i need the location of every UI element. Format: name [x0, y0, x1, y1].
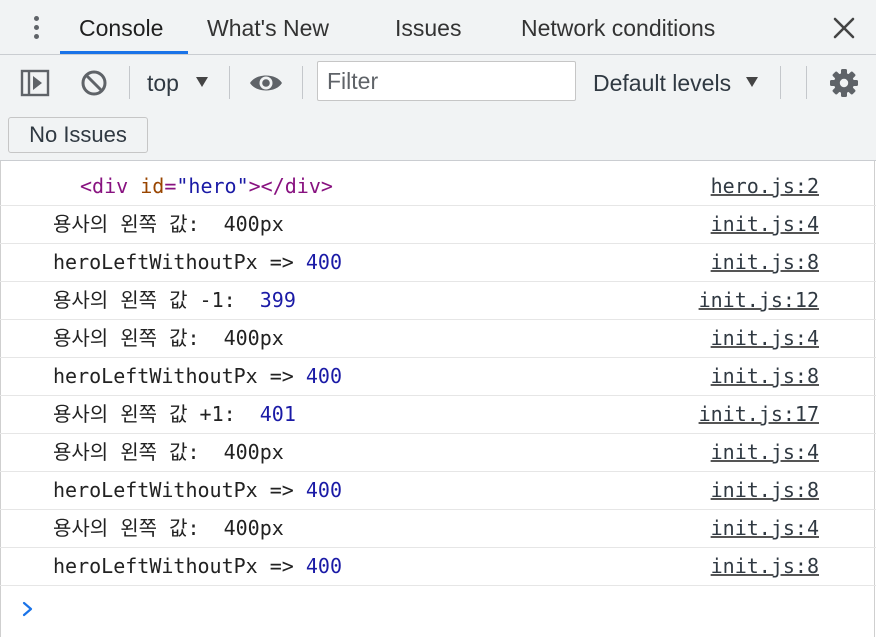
source-link[interactable]: init.js:4	[711, 434, 819, 470]
source-link[interactable]: init.js:4	[711, 320, 819, 356]
message-number: 401	[259, 402, 296, 426]
message-number: 400	[305, 478, 342, 502]
message-text: 용사의 왼쪽 값: 400px	[53, 516, 284, 540]
message-text: 용사의 왼쪽 값: 400px	[53, 326, 284, 350]
message-label: 용사의 왼쪽 값 +1:	[53, 402, 260, 426]
toolbar-separator	[229, 66, 230, 99]
element-node[interactable]: <div id="hero"></div>	[80, 168, 333, 204]
sidebar-toggle-icon[interactable]	[20, 69, 50, 97]
eye-icon[interactable]	[248, 71, 284, 95]
source-link[interactable]: init.js:8	[711, 472, 819, 508]
more-options-icon[interactable]	[26, 13, 46, 43]
active-tab-indicator	[60, 51, 188, 54]
message-text: 용사의 왼쪽 값 -1: 399	[53, 282, 296, 318]
console-message: <div id="hero"></div> hero.js:2	[0, 168, 876, 206]
console-message: 용사의 왼쪽 값: 400px init.js:4	[0, 510, 876, 548]
issues-bar: No Issues	[0, 110, 876, 161]
attribute-value: "hero"	[176, 174, 249, 198]
message-label: heroLeftWithoutPx =>	[53, 554, 306, 578]
message-number: 400	[305, 554, 342, 578]
source-link[interactable]: init.js:8	[711, 358, 819, 394]
source-link[interactable]: init.js:12	[699, 282, 819, 318]
message-text: 용사의 왼쪽 값 +1: 401	[53, 396, 296, 432]
tab-whats-new[interactable]: What's New	[207, 0, 329, 55]
toolbar-separator	[806, 66, 807, 99]
message-text: 용사의 왼쪽 값: 400px	[53, 440, 284, 464]
message-text: heroLeftWithoutPx => 400	[53, 244, 342, 280]
toolbar-separator	[302, 66, 303, 99]
console-toolbar: top Default levels	[0, 55, 876, 110]
console-message: 용사의 왼쪽 값: 400px init.js:4	[0, 434, 876, 472]
attribute-equals: =	[164, 174, 177, 198]
toolbar-separator	[780, 66, 781, 99]
message-text: heroLeftWithoutPx => 400	[53, 472, 342, 508]
console-message: 용사의 왼쪽 값: 400px init.js:4	[0, 206, 876, 244]
clear-console-icon[interactable]	[80, 69, 108, 97]
console-prompt-chevron-icon[interactable]	[20, 596, 40, 622]
attribute-name: id	[140, 174, 165, 198]
message-number: 400	[305, 250, 342, 274]
message-label: heroLeftWithoutPx =>	[53, 364, 306, 388]
source-link[interactable]: hero.js:2	[711, 168, 819, 204]
levels-dropdown-arrow-icon[interactable]	[746, 77, 758, 87]
no-issues-button[interactable]: No Issues	[8, 117, 148, 153]
console-message: 용사의 왼쪽 값 +1: 401 init.js:17	[0, 396, 876, 434]
console-message: heroLeftWithoutPx => 400 init.js:8	[0, 472, 876, 510]
message-number: 399	[259, 288, 296, 312]
message-label: heroLeftWithoutPx =>	[53, 478, 306, 502]
source-link[interactable]: init.js:4	[711, 510, 819, 546]
console-messages: <div id="hero"></div> hero.js:2 용사의 왼쪽 값…	[0, 168, 876, 586]
toolbar-separator	[129, 66, 130, 99]
console-message: 용사의 왼쪽 값 -1: 399 init.js:12	[0, 282, 876, 320]
source-link[interactable]: init.js:8	[711, 244, 819, 280]
message-text: heroLeftWithoutPx => 400	[53, 548, 342, 584]
context-selector[interactable]: top	[147, 68, 179, 98]
message-number: 400	[305, 364, 342, 388]
message-label: heroLeftWithoutPx =>	[53, 250, 306, 274]
message-label: 용사의 왼쪽 값 -1:	[53, 288, 260, 312]
tab-console[interactable]: Console	[79, 0, 163, 55]
source-link[interactable]: init.js:4	[711, 206, 819, 242]
gear-icon[interactable]	[829, 68, 859, 98]
source-link[interactable]: init.js:17	[699, 396, 819, 432]
devtools-tab-bar: Console What's New Issues Network condit…	[0, 0, 876, 55]
console-message: heroLeftWithoutPx => 400 init.js:8	[0, 358, 876, 396]
close-icon[interactable]	[830, 14, 858, 42]
source-link[interactable]: init.js:8	[711, 548, 819, 584]
console-message: heroLeftWithoutPx => 400 init.js:8	[0, 548, 876, 586]
console-message: heroLeftWithoutPx => 400 init.js:8	[0, 244, 876, 282]
tab-issues[interactable]: Issues	[395, 0, 461, 55]
message-text: heroLeftWithoutPx => 400	[53, 358, 342, 394]
console-message: 용사의 왼쪽 값: 400px init.js:4	[0, 320, 876, 358]
message-text: 용사의 왼쪽 값: 400px	[53, 212, 284, 236]
tag-close: ></div>	[248, 174, 333, 198]
log-levels-selector[interactable]: Default levels	[593, 68, 731, 98]
context-dropdown-arrow-icon[interactable]	[196, 77, 208, 87]
filter-input[interactable]	[317, 61, 576, 101]
tag-open: <div	[80, 174, 141, 198]
tab-network-conditions[interactable]: Network conditions	[521, 0, 715, 55]
